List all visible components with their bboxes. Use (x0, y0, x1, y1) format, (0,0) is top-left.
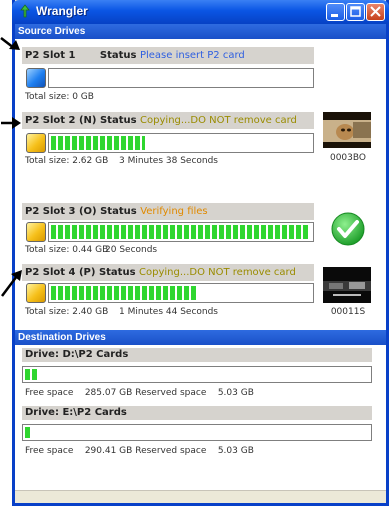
minimize-icon (331, 14, 338, 17)
slot-label: P2 Slot 2 (N) (25, 115, 97, 126)
status-label: Status (99, 50, 137, 61)
maximize-icon (350, 6, 361, 17)
status-message: Copying...DO NOT remove card (140, 115, 297, 126)
drive-d-header: Drive: D:\P2 Cards (22, 348, 372, 362)
annotation-arrow-icon (0, 37, 20, 50)
slot-3-time-remaining: 20 Seconds (105, 245, 158, 255)
minimize-button[interactable] (326, 3, 345, 21)
close-icon (370, 6, 381, 17)
slot-label: P2 Slot 4 (P) (25, 267, 96, 278)
free-space-value: 285.07 GB (84, 388, 133, 398)
slot-2-progress-bar (48, 133, 314, 153)
destination-drives-header: Destination Drives (15, 330, 386, 345)
slot-4-clip-thumbnail[interactable] (323, 267, 371, 303)
slot-2-status-led (26, 133, 46, 153)
slot-4-progress-bar (48, 283, 314, 303)
drive-d-free-space: Free space 285.07 GB Reserved space 5.03… (25, 388, 254, 398)
slot-4-total-size: Total size: 2.40 GB (25, 307, 109, 317)
slot-2-clip-name: 0003BO (329, 153, 366, 163)
status-label: Status (98, 267, 136, 278)
drive-e-free-space: Free space 290.41 GB Reserved space 5.03… (25, 446, 254, 456)
status-label: Status (100, 206, 137, 217)
free-space-label: Free space (25, 388, 74, 398)
free-space-value: 290.41 GB (84, 446, 133, 456)
status-bar (15, 490, 386, 503)
status-message: Verifying files (140, 206, 208, 217)
slot-1-header: P2 Slot 1 Status Please insert P2 card (22, 47, 314, 64)
slot-2-clip-thumbnail[interactable] (323, 112, 371, 148)
drive-d-space-bar (22, 366, 372, 383)
free-space-label: Free space (25, 446, 74, 456)
status-label: Status (99, 115, 137, 126)
close-button[interactable] (366, 3, 385, 21)
checkmark-complete-icon (331, 212, 365, 246)
slot-3-total-size: Total size: 0.44 GB (25, 245, 109, 255)
wrangler-app-icon (20, 4, 30, 18)
slot-1-progress-bar (48, 68, 314, 88)
slot-2-header: P2 Slot 2 (N) Status Copying...DO NOT re… (22, 112, 314, 129)
slot-4-time-remaining: 1 Minutes 44 Seconds (119, 307, 218, 317)
slot-1-status-led (26, 68, 46, 88)
status-message: Copying...DO NOT remove card (139, 267, 296, 278)
reserved-space-label: Reserved space (135, 446, 207, 456)
lion-cub-thumbnail-image (323, 112, 371, 148)
slot-label: P2 Slot 1 (25, 50, 76, 61)
annotation-arrow-icon (1, 270, 22, 297)
window-title: Wrangler (36, 4, 88, 18)
source-drives-header: Source Drives (15, 24, 386, 39)
slot-label: P2 Slot 3 (O) (25, 206, 97, 217)
slot-3-progress-bar (48, 222, 314, 242)
reserved-space-label: Reserved space (135, 388, 207, 398)
annotation-arrow-icon (1, 117, 21, 129)
slot-3-header: P2 Slot 3 (O) Status Verifying files (22, 203, 314, 220)
reserved-space-value: 5.03 GB (217, 388, 254, 398)
reserved-space-value: 5.03 GB (217, 446, 254, 456)
movie-title-thumbnail-image (323, 267, 371, 303)
slot-2-time-remaining: 3 Minutes 38 Seconds (119, 156, 218, 166)
drive-e-space-bar (22, 424, 372, 441)
slot-1-total-size: Total size: 0 GB (25, 92, 94, 102)
title-bar[interactable]: Wrangler (12, 0, 389, 24)
slot-4-status-led (26, 283, 46, 303)
drive-e-header: Drive: E:\P2 Cards (22, 406, 372, 420)
status-message: Please insert P2 card (139, 50, 245, 61)
slot-2-total-size: Total size: 2.62 GB (25, 156, 109, 166)
maximize-button[interactable] (346, 3, 365, 21)
slot-4-header: P2 Slot 4 (P) Status Copying...DO NOT re… (22, 264, 314, 281)
slot-4-clip-name: 00011S (330, 307, 366, 317)
slot-3-status-led (26, 222, 46, 242)
